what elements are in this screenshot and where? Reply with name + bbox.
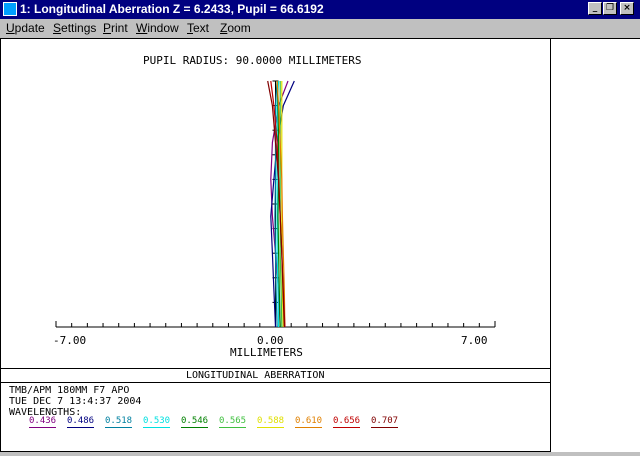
app-icon[interactable]: [3, 2, 17, 16]
wavelength-legend-item: 0.518: [105, 416, 133, 428]
x-min-tick-label: -7.00: [53, 334, 87, 347]
wavelength-legend-item: 0.546: [181, 416, 209, 428]
wavelength-legend-item: 0.707: [371, 416, 399, 428]
section-title-bar: LONGITUDINAL ABERRATION: [1, 368, 550, 383]
menu-update[interactable]: Update: [6, 21, 45, 35]
wavelength-legend-item: 0.565: [219, 416, 247, 428]
wavelength-legend-item: 0.656: [333, 416, 361, 428]
wavelength-legend-item: 0.486: [67, 416, 95, 428]
menu-window[interactable]: Window: [136, 21, 179, 35]
wavelength-legend-item: 0.588: [257, 416, 285, 428]
window-title: 1: Longitudinal Aberration Z = 6.2433, P…: [20, 2, 324, 16]
timestamp: TUE DEC 7 13:4:37 2004: [9, 396, 142, 407]
menu-settings[interactable]: Settings: [53, 21, 96, 35]
wavelength-legend-item: 0.530: [143, 416, 171, 428]
close-button[interactable]: ×: [620, 2, 634, 15]
wavelength-legend-item: 0.610: [295, 416, 323, 428]
menu-zoom[interactable]: Zoom: [220, 21, 251, 35]
section-title: LONGITUDINAL ABERRATION: [186, 370, 325, 381]
minimize-button[interactable]: _: [588, 2, 602, 15]
title-bar: 1: Longitudinal Aberration Z = 6.2433, P…: [0, 0, 640, 19]
wavelength-legend-item: 0.436: [29, 416, 57, 428]
lens-name: TMB/APM 180MM F7 APO: [9, 385, 130, 396]
x-axis-label: MILLIMETERS: [230, 346, 303, 359]
restore-button[interactable]: ❐: [603, 2, 617, 15]
x-max-tick-label: 7.00: [461, 334, 488, 347]
menu-bar: Update Settings Print Window Text Zoom: [0, 19, 640, 38]
side-panel: [551, 38, 640, 452]
menu-text[interactable]: Text: [187, 21, 209, 35]
plot-window[interactable]: PUPIL RADIUS: 90.0000 MILLIMETERS -7.00 …: [0, 38, 551, 452]
menu-print[interactable]: Print: [103, 21, 128, 35]
